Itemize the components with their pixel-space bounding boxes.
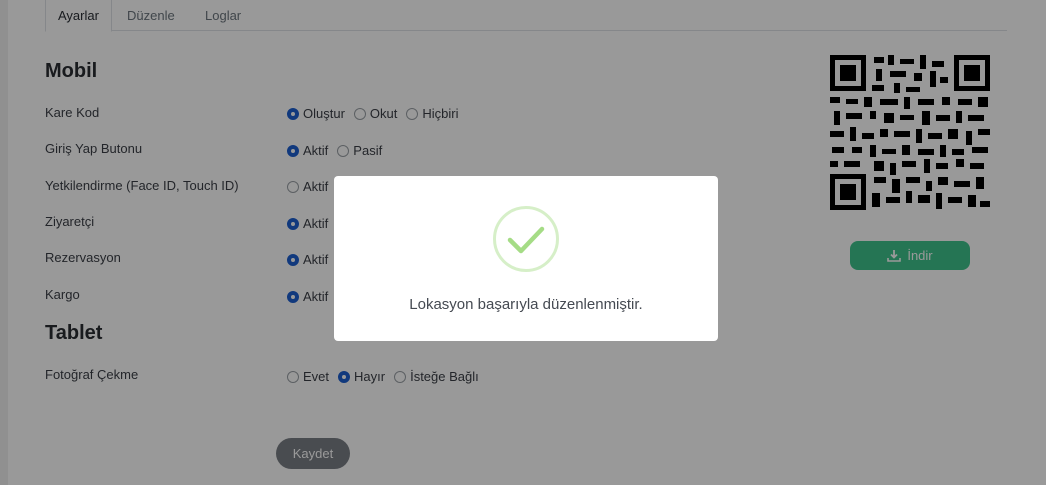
success-circle bbox=[493, 206, 559, 272]
check-icon bbox=[507, 226, 545, 254]
success-modal: Lokasyon başarıyla düzenlenmiştir. bbox=[334, 176, 718, 341]
modal-message: Lokasyon başarıyla düzenlenmiştir. bbox=[409, 296, 643, 313]
modal-backdrop[interactable]: Lokasyon başarıyla düzenlenmiştir. bbox=[0, 0, 1046, 485]
